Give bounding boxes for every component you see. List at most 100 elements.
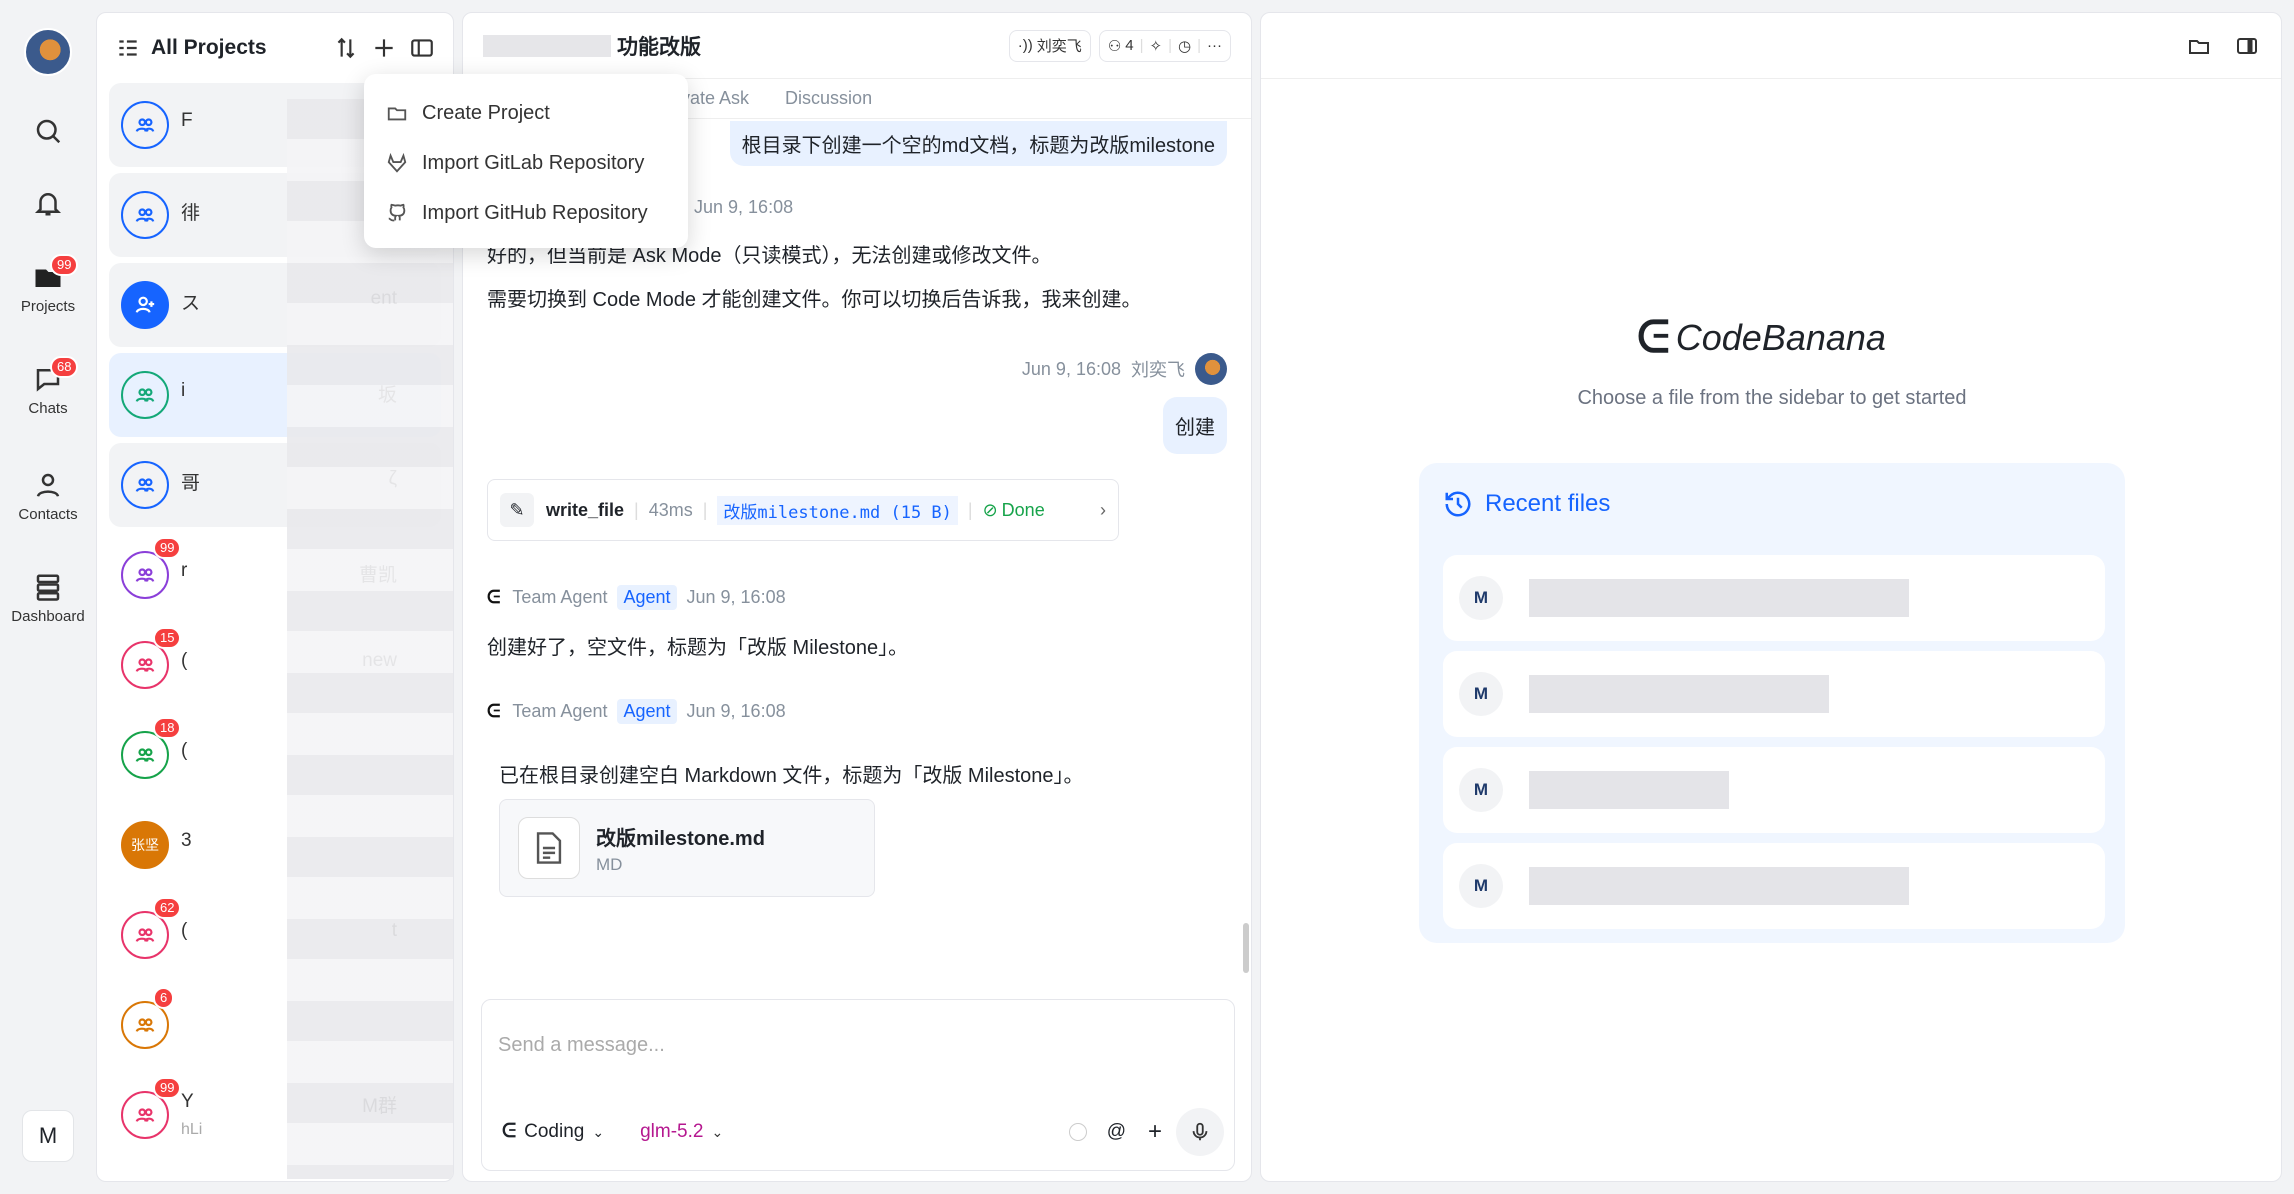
import-gitlab-item[interactable]: Import GitLab Repository <box>364 138 688 188</box>
import-github-label: Import GitHub Repository <box>422 201 648 224</box>
group-icon <box>135 118 155 133</box>
project-avatar <box>121 101 169 149</box>
tool-duration: 43ms <box>648 499 693 520</box>
panel-right-icon[interactable] <box>2235 34 2259 58</box>
project-avatar <box>121 371 169 419</box>
bell-icon <box>34 193 62 216</box>
sort-icon[interactable] <box>333 35 359 61</box>
model-label: glm-5.2 <box>640 1121 704 1142</box>
redacted-filename <box>1529 771 1729 809</box>
microphone-button[interactable] <box>1176 1108 1224 1156</box>
project-avatar <box>121 1181 169 1182</box>
file-badge: M <box>1459 576 1503 620</box>
workspace-button[interactable]: M <box>22 1110 74 1162</box>
rail-dashboard[interactable]: Dashboard <box>0 572 96 625</box>
layers-icon <box>36 574 60 601</box>
recent-files-title: Recent files <box>1485 490 1611 517</box>
tool-status: Done <box>1001 499 1045 520</box>
members-chip[interactable]: ⚇ 4 | ✧ | ◷ | ··· <box>1098 29 1231 62</box>
user-chip[interactable]: ·)) 刘奕飞 <box>1008 29 1091 62</box>
group-icon <box>135 658 155 673</box>
folder-open-icon[interactable] <box>2187 34 2211 58</box>
rail-chats-label: Chats <box>28 400 68 417</box>
file-card-type: MD <box>596 854 623 874</box>
scrollbar[interactable] <box>1243 923 1249 973</box>
unread-badge: 6 <box>153 987 175 1009</box>
agent3-name: Team Agent <box>512 701 608 721</box>
user-avatar[interactable] <box>24 28 72 76</box>
file-panel: ᕮ CodeBanana Choose a file from the side… <box>1260 12 2282 1182</box>
reply1-meta: t Jun 9, 16:08 <box>677 197 793 218</box>
tool-call-card[interactable]: ✎ write_file | 43ms | 改版milestone.md (15… <box>487 479 1119 541</box>
project-name: 哥 <box>181 472 201 494</box>
rail-contacts-label: Contacts <box>18 506 78 523</box>
project-avatar: 张坚 <box>121 821 169 869</box>
message-composer[interactable]: Send a message... ᕮ Coding ⌄ glm-5.2 ⌄ @… <box>481 999 1235 1171</box>
user2-message: 创建 <box>1163 397 1227 454</box>
tab-discussion[interactable]: Discussion <box>785 88 872 109</box>
codebanana-icon: ᕮ <box>487 701 501 721</box>
sparkle-icon[interactable]: ✧ <box>1150 37 1163 55</box>
clock-icon[interactable]: ◷ <box>1178 37 1191 55</box>
agent2-name: Team Agent <box>512 587 608 607</box>
rail-contacts[interactable]: Contacts <box>0 470 96 523</box>
recent-files: Recent files M M M M <box>1419 463 2125 943</box>
group-icon <box>135 568 155 583</box>
project-name: 徘 <box>181 202 201 224</box>
rail-projects[interactable]: Projects 99 <box>0 254 96 315</box>
import-github-item[interactable]: Import GitHub Repository <box>364 188 688 238</box>
mention-icon[interactable]: @ <box>1107 1121 1126 1143</box>
project-name: i <box>181 380 186 401</box>
brand-name: CodeBanana <box>1675 317 1886 358</box>
recent-file-row[interactable]: M <box>1443 651 2105 737</box>
project-name: F <box>181 110 193 131</box>
codebanana-icon: ᕮ <box>502 1121 517 1142</box>
project-name: 3 <box>181 830 192 851</box>
message-input[interactable]: Send a message... <box>498 1034 665 1057</box>
create-project-item[interactable]: Create Project <box>364 88 688 138</box>
project-name: Y <box>181 1091 194 1112</box>
chevron-right-icon: › <box>1100 499 1106 520</box>
agent2-tag: Agent <box>617 585 677 610</box>
list-filter-icon[interactable] <box>115 35 141 61</box>
check-circle-icon: ⊘ <box>982 499 998 520</box>
folder-icon <box>387 107 407 121</box>
recent-file-row[interactable]: M <box>1443 555 2105 641</box>
model-select[interactable]: glm-5.2 ⌄ <box>640 1121 723 1143</box>
unread-badge: 62 <box>153 897 182 919</box>
group-icon <box>135 928 155 943</box>
header-user-name: 刘奕飞 <box>1036 38 1082 55</box>
left-rail: Projects 99 Chats 68 Contacts Dashboard … <box>0 0 96 1194</box>
signal-icon: ·)) <box>1017 37 1033 54</box>
file-badge: M <box>1459 672 1503 716</box>
redacted-filename <box>1529 579 1909 617</box>
recent-file-row[interactable]: M <box>1443 843 2105 929</box>
projects-header: All Projects <box>97 13 453 83</box>
file-card[interactable]: 改版milestone.md MD <box>499 799 875 897</box>
agent3-time: Jun 9, 16:08 <box>686 701 786 721</box>
mode-select[interactable]: ᕮ Coding ⌄ <box>502 1121 604 1143</box>
project-name: ( <box>181 740 188 761</box>
rail-dashboard-label: Dashboard <box>11 608 85 625</box>
project-name: ( <box>181 920 188 941</box>
plus-icon[interactable]: + <box>1148 1118 1162 1146</box>
plus-icon[interactable] <box>371 35 397 61</box>
create-project-label: Create Project <box>422 101 550 124</box>
recent-file-row[interactable]: M <box>1443 747 2105 833</box>
notifications-button[interactable] <box>0 188 96 218</box>
tool-file[interactable]: 改版milestone.md (15 B) <box>717 495 958 525</box>
project-avatar <box>121 191 169 239</box>
rail-chats[interactable]: Chats 68 <box>0 356 96 417</box>
more-icon[interactable]: ··· <box>1207 37 1222 54</box>
group-icon <box>135 478 155 493</box>
sidebar-toggle-icon[interactable] <box>409 35 435 61</box>
unread-badge: 15 <box>153 627 182 649</box>
unread-badge: 99 <box>153 537 182 559</box>
search-button[interactable] <box>0 116 96 146</box>
group-icon <box>135 748 155 763</box>
import-gitlab-label: Import GitLab Repository <box>422 151 645 174</box>
file-edit-icon: ✎ <box>500 493 534 527</box>
avatar <box>1195 353 1227 385</box>
agent2-message: 创建好了，空文件，标题为「改版 Milestone」。 <box>487 637 909 659</box>
project-name: ス <box>181 292 201 314</box>
